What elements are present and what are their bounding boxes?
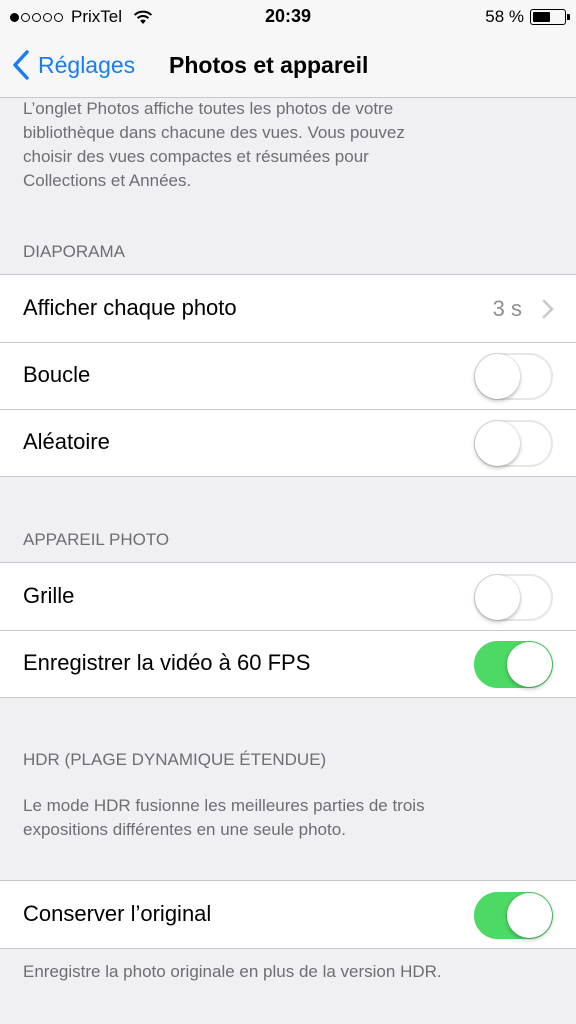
section-header-camera: APPAREIL PHOTO	[23, 530, 170, 549]
description-line: Le mode HDR fusionne les meilleures part…	[23, 796, 425, 815]
description-line: Collections et Années.	[23, 171, 192, 190]
grid-toggle[interactable]	[474, 574, 553, 621]
chevron-right-icon	[542, 299, 554, 319]
row-label: Enregistrer la vidéo à 60 FPS	[23, 650, 311, 675]
description-line: choisir des vues compactes et résumées p…	[23, 147, 369, 166]
row-label: Afficher chaque photo	[23, 295, 237, 320]
show-each-photo-row[interactable]: Afficher chaque photo 3 s	[0, 275, 576, 342]
status-bar: PrixTel 20:39 58 %	[0, 0, 576, 36]
loop-row: Boucle	[0, 342, 576, 409]
section-header-hdr: HDR (PLAGE DYNAMIQUE ÉTENDUE)	[23, 750, 327, 769]
page-title: Photos et appareil	[169, 52, 369, 78]
status-right: 58 %	[485, 7, 570, 27]
row-label: Aléatoire	[23, 429, 110, 454]
photos-tab-description: L’onglet Photos affiche toutes les photo…	[23, 97, 405, 193]
description-line: L’onglet Photos affiche toutes les photo…	[23, 99, 394, 118]
hdr-description: Le mode HDR fusionne les meilleures part…	[23, 794, 425, 842]
record-60fps-toggle[interactable]	[474, 641, 553, 688]
battery-percentage: 58 %	[485, 7, 524, 26]
battery-icon	[530, 9, 570, 25]
camera-group: Grille Enregistrer la vidéo à 60 FPS	[0, 562, 576, 698]
description-line: expositions différentes en une seule pho…	[23, 820, 346, 839]
grid-row: Grille	[0, 563, 576, 630]
row-value: 3 s	[492, 296, 522, 321]
shuffle-row: Aléatoire	[0, 409, 576, 476]
hdr-group: Conserver l’original	[0, 880, 576, 949]
row-label: Grille	[23, 583, 75, 608]
row-label: Boucle	[23, 362, 91, 387]
record-60fps-row: Enregistrer la vidéo à 60 FPS	[0, 630, 576, 697]
chevron-left-icon	[13, 50, 29, 80]
back-button[interactable]: Réglages	[12, 50, 135, 80]
keep-original-toggle[interactable]	[474, 892, 553, 939]
shuffle-toggle[interactable]	[474, 420, 553, 467]
navigation-bar: Réglages Photos et appareil	[0, 36, 576, 98]
description-line: bibliothèque dans chacune des vues. Vous…	[23, 123, 405, 142]
row-label: Conserver l’original	[23, 901, 212, 926]
back-button-label: Réglages	[38, 51, 136, 78]
section-header-diaporama: DIAPORAMA	[23, 242, 126, 261]
loop-toggle[interactable]	[474, 353, 553, 400]
keep-original-row: Conserver l’original	[0, 881, 576, 948]
hdr-footer: Enregistre la photo originale en plus de…	[23, 962, 442, 981]
diaporama-group: Afficher chaque photo 3 s Boucle Aléatoi…	[0, 274, 576, 477]
